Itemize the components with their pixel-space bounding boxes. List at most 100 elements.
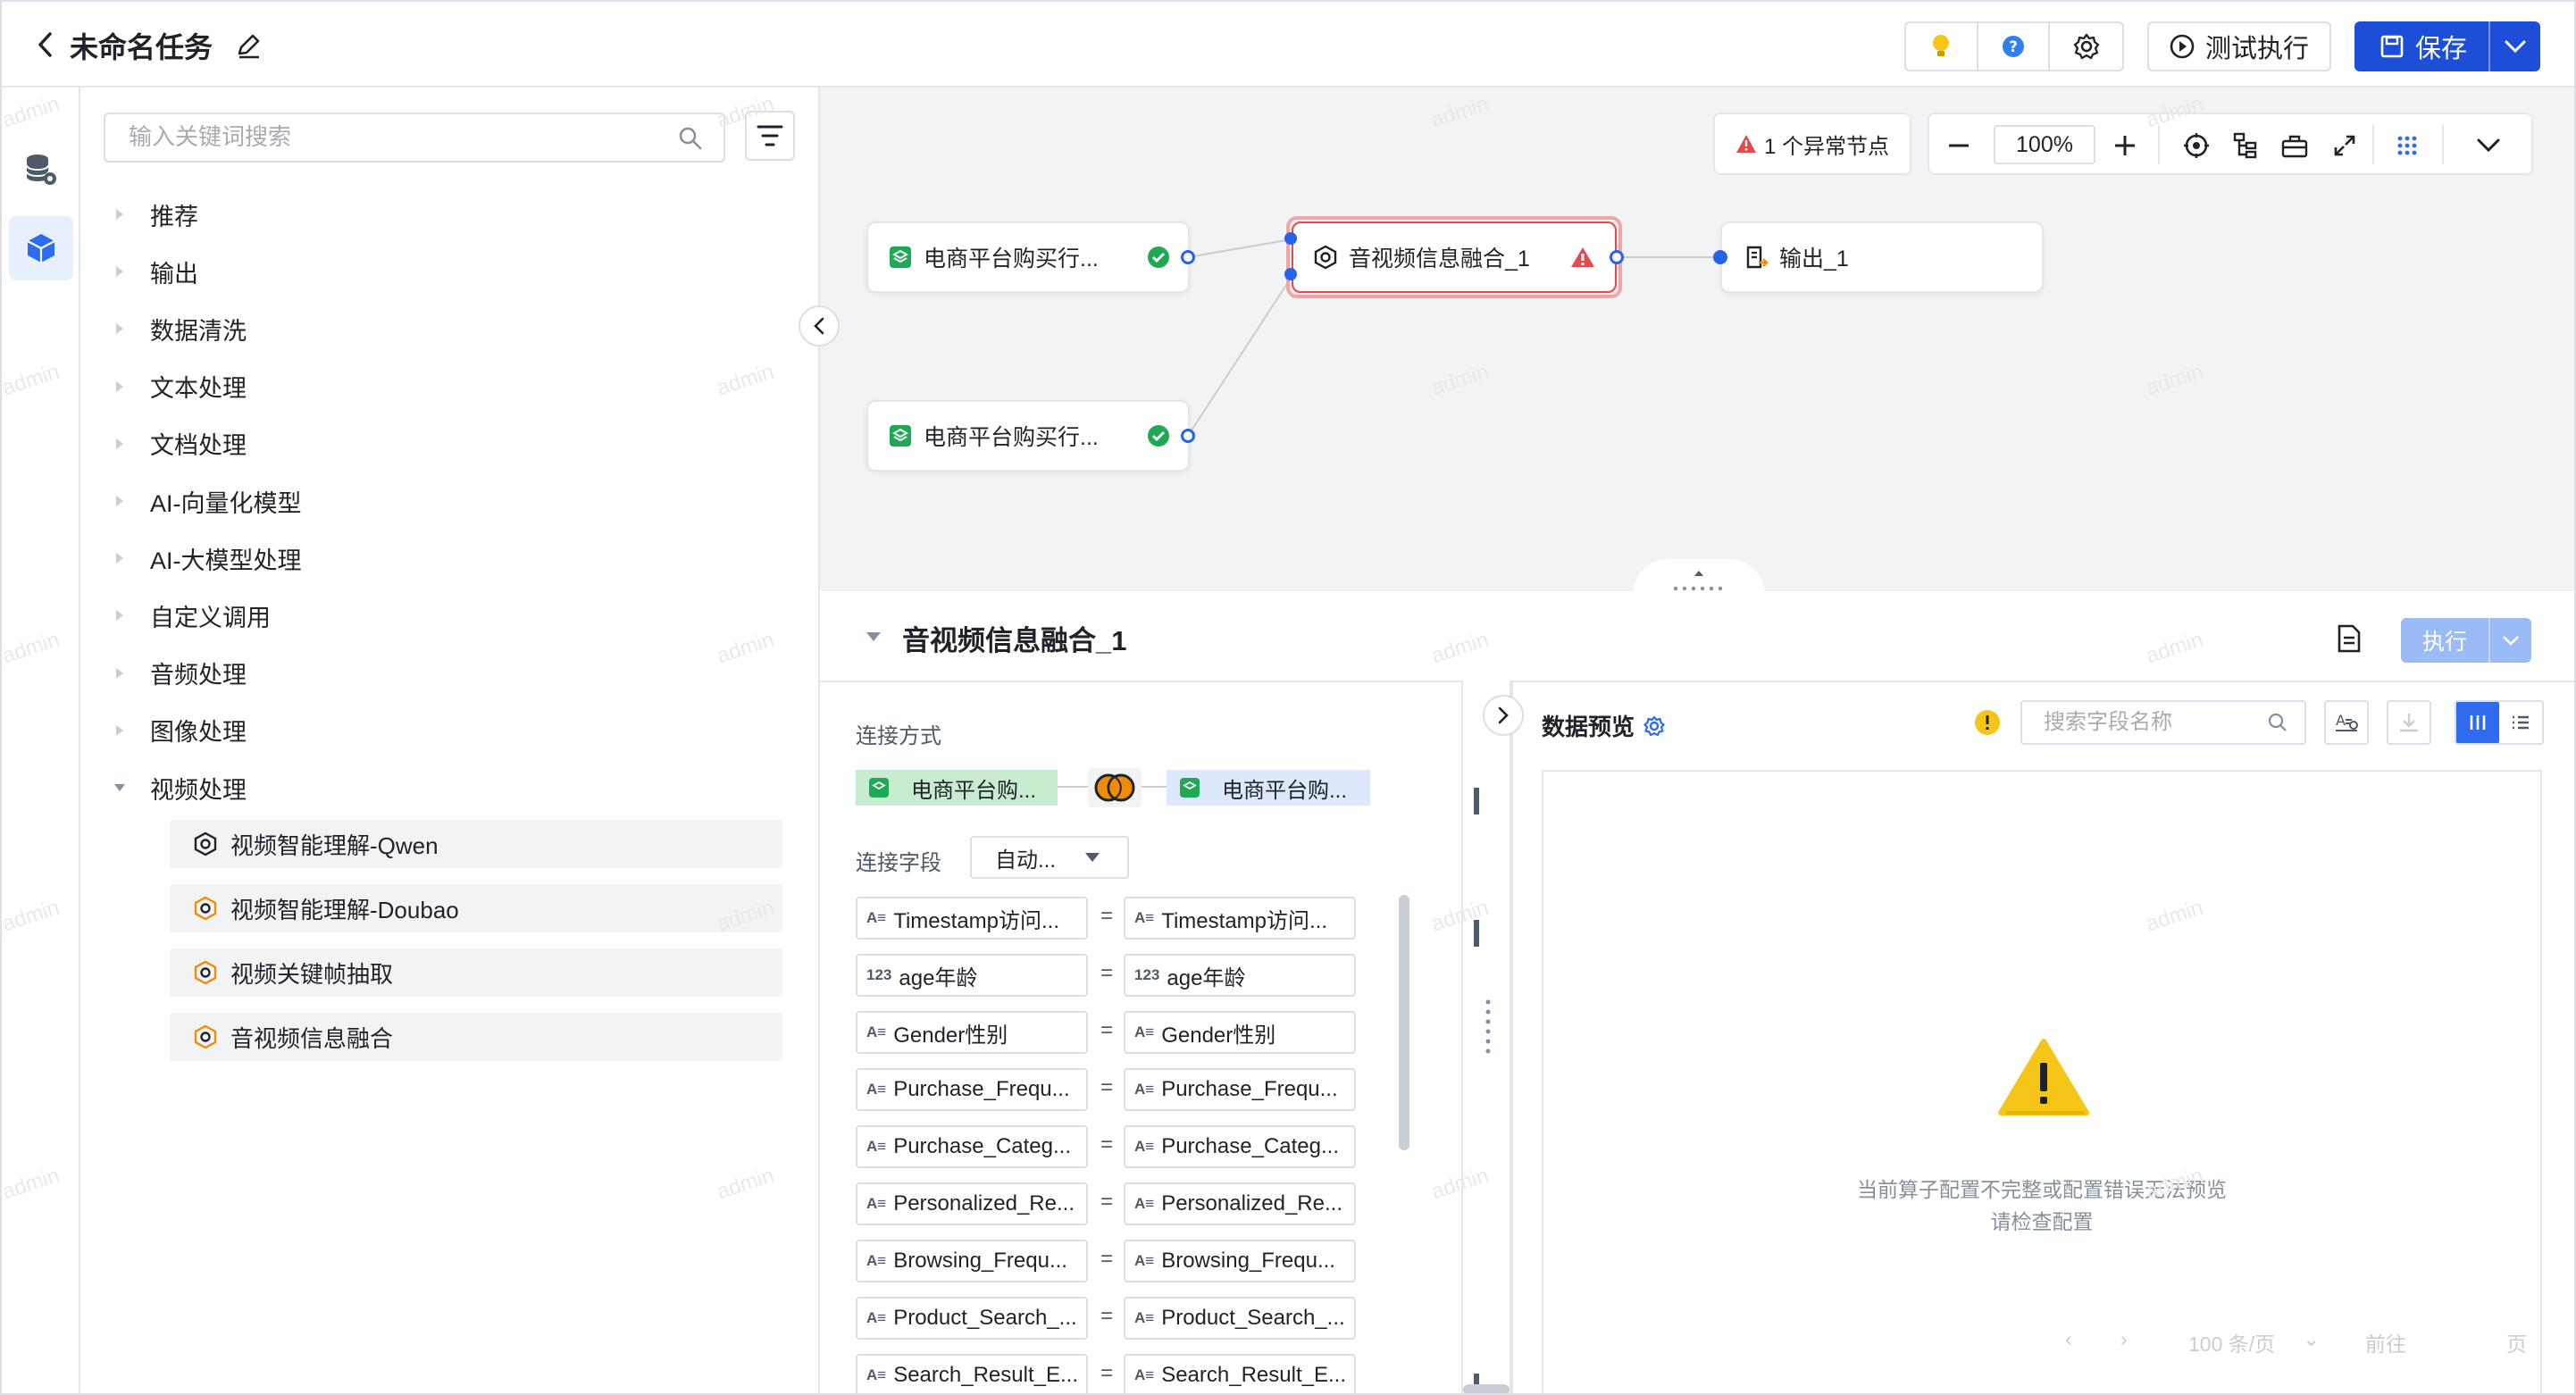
document-icon[interactable] [2337, 623, 2362, 658]
toolbox-icon[interactable] [2281, 132, 2308, 163]
port-out[interactable] [1181, 250, 1195, 264]
left-field-6[interactable]: A≡ Browsing_Frequ... [856, 1240, 1088, 1282]
video-operator-label: 音视频信息融合 [230, 1024, 394, 1052]
layout-tree-icon[interactable] [2233, 132, 2258, 163]
preview-error-message: 当前算子配置不完整或配置错误无法预览 请检查配置 [1543, 1174, 2540, 1238]
video-operator-0[interactable]: 视频智能理解-Qwen [170, 820, 782, 868]
port-in[interactable] [1713, 250, 1727, 264]
left-field-7[interactable]: A≡ Product_Search_... [856, 1297, 1088, 1340]
right-field-6[interactable]: A≡ Browsing_Frequ... [1124, 1240, 1356, 1282]
fit-view-icon[interactable] [2183, 132, 2210, 163]
right-field-0[interactable]: A≡ Timestamp访问... [1124, 897, 1356, 940]
fullscreen-icon[interactable] [2333, 134, 2356, 162]
category-8[interactable]: 音频处理 [111, 656, 247, 691]
right-field-4[interactable]: A≡ Purchase_Categ... [1124, 1125, 1356, 1168]
panel-collapse-button[interactable] [799, 305, 840, 347]
column-view-icon[interactable] [2456, 702, 2499, 743]
node-config-panel: 音视频信息融合_1 执行 连接方式 电商平台购... 电商平台购... 连接字段… [820, 591, 2574, 1393]
category-0[interactable]: 推荐 [111, 196, 198, 232]
collapse-caret-icon[interactable] [865, 631, 882, 647]
field-type-icon: A≡ [866, 1252, 887, 1269]
help-icon[interactable]: ? [1978, 23, 2051, 70]
category-9[interactable]: 图像处理 [111, 713, 247, 748]
right-field-3[interactable]: A≡ Purchase_Frequ... [1124, 1068, 1356, 1111]
left-field-2[interactable]: A≡ Gender性别 [856, 1011, 1088, 1054]
category-5[interactable]: AI-向量化模型 [111, 483, 302, 519]
zoom-out-icon[interactable] [1947, 134, 1970, 162]
right-field-8[interactable]: A≡ Search_Result_E... [1124, 1354, 1356, 1393]
node-output[interactable]: 输出_1 [1720, 221, 2044, 293]
left-field-3[interactable]: A≡ Purchase_Frequ... [856, 1068, 1088, 1111]
video-operator-3[interactable]: 音视频信息融合 [170, 1013, 782, 1061]
save-label: 保存 [2415, 35, 2468, 63]
port-out[interactable] [1181, 429, 1195, 443]
filter-icon [757, 125, 783, 146]
field-search-input[interactable] [2044, 710, 2267, 735]
zoom-level[interactable]: 100% [1994, 125, 2095, 164]
execute-chevron-icon[interactable] [2488, 618, 2531, 663]
svg-text:A: A [2336, 712, 2346, 729]
port-in[interactable] [1284, 232, 1297, 245]
save-dropdown-chevron-icon[interactable] [2488, 21, 2540, 71]
node-source-1[interactable]: 电商平台购买行... [866, 221, 1190, 293]
pager-prev-icon[interactable]: ‹ [2065, 1327, 2072, 1351]
left-field-name: Personalized_Re... [893, 1191, 1075, 1215]
grid-icon[interactable] [2396, 134, 2419, 162]
port-out[interactable] [1610, 250, 1624, 264]
search-icon [679, 127, 702, 150]
preview-expand-button[interactable] [1483, 695, 1524, 736]
page-size-chevron-icon[interactable]: ⌄ [2303, 1327, 2320, 1351]
abnormal-node-badge[interactable]: 1 个异常节点 [1713, 113, 1911, 175]
left-field-8[interactable]: A≡ Search_Result_E... [856, 1354, 1088, 1393]
edit-title-icon[interactable] [236, 32, 263, 63]
category-1[interactable]: 输出 [111, 254, 198, 289]
category-2[interactable]: 数据清洗 [111, 311, 247, 347]
port-in[interactable] [1284, 268, 1297, 280]
zoom-in-icon[interactable] [2113, 134, 2137, 162]
save-button[interactable]: 保存 [2354, 21, 2540, 71]
video-operator-2[interactable]: 视频关键帧抽取 [170, 948, 782, 997]
category-10[interactable]: 视频处理 [111, 770, 247, 806]
pager-next-icon[interactable]: › [2120, 1327, 2128, 1351]
node-source-2[interactable]: 电商平台购买行... [866, 400, 1190, 472]
download-button[interactable] [2387, 700, 2431, 745]
video-operator-1[interactable]: 视频智能理解-Doubao [170, 884, 782, 932]
execute-button[interactable]: 执行 [2401, 618, 2531, 663]
join-field-select[interactable]: 自动... [970, 836, 1129, 879]
left-field-0[interactable]: A≡ Timestamp访问... [856, 897, 1088, 940]
save-icon [2380, 35, 2404, 58]
operator-cube-icon[interactable] [9, 216, 73, 280]
page-size-select[interactable]: 100 条/页 [2188, 1327, 2275, 1357]
chevron-down-icon[interactable] [2476, 138, 2501, 158]
settings-blue-icon[interactable] [1643, 715, 1665, 737]
lightbulb-icon[interactable] [1906, 23, 1978, 70]
horizontal-scrollbar[interactable] [1463, 1384, 1510, 1393]
drag-handle-icon[interactable] [1485, 998, 1492, 1060]
database-icon[interactable] [23, 152, 59, 192]
right-field-7[interactable]: A≡ Product_Search_... [1124, 1297, 1356, 1340]
category-6[interactable]: AI-大模型处理 [111, 540, 302, 576]
left-field-1[interactable]: 123 age年龄 [856, 954, 1088, 997]
field-type-icon: A≡ [1134, 1309, 1155, 1326]
right-field-2[interactable]: A≡ Gender性别 [1124, 1011, 1356, 1054]
right-field-1[interactable]: 123 age年龄 [1124, 954, 1356, 997]
test-run-button[interactable]: 测试执行 [2147, 21, 2331, 71]
text-format-button[interactable]: A [2324, 700, 2369, 745]
operator-search-input[interactable] [129, 114, 665, 159]
left-table-tag[interactable]: 电商平台购... [856, 770, 1058, 806]
fields-scrollbar[interactable] [1399, 895, 1409, 1150]
join-type-icon[interactable] [1088, 768, 1142, 807]
node-fusion[interactable]: 音视频信息融合_1 [1292, 221, 1617, 293]
left-field-5[interactable]: A≡ Personalized_Re... [856, 1182, 1088, 1225]
category-3[interactable]: 文本处理 [111, 369, 247, 405]
back-icon[interactable] [29, 27, 61, 63]
list-view-icon[interactable] [2499, 702, 2542, 743]
category-7[interactable]: 自定义调用 [111, 597, 271, 633]
left-field-4[interactable]: A≡ Purchase_Categ... [856, 1125, 1088, 1168]
page-unit-label: 页 [2506, 1332, 2527, 1356]
right-field-5[interactable]: A≡ Personalized_Re... [1124, 1182, 1356, 1225]
warning-yellow-icon[interactable] [1974, 709, 2001, 740]
category-4[interactable]: 文档处理 [111, 426, 247, 462]
gear-icon[interactable] [2050, 23, 2122, 70]
right-table-tag[interactable]: 电商平台购... [1167, 770, 1370, 806]
